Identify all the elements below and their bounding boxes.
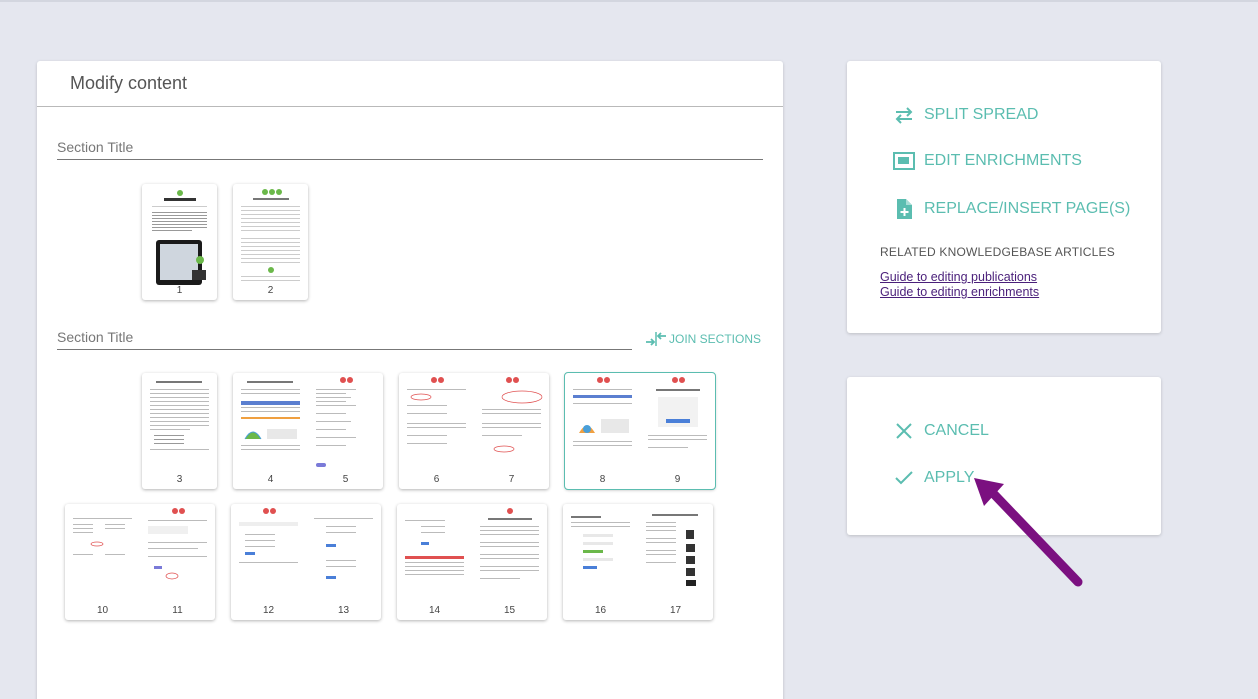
form-page-graphic [571, 516, 630, 569]
join-sections-button[interactable]: JOIN SECTIONS [645, 331, 761, 347]
page-spread-6-7[interactable]: 6 7 [399, 373, 549, 489]
page-number: 15 [503, 605, 516, 616]
form-page-graphic [314, 518, 373, 579]
split-spread-button[interactable]: SPLIT SPREAD [893, 106, 1038, 124]
page-number: 1 [176, 285, 183, 296]
page-9: 9 [640, 373, 715, 489]
voucher-page-graphic [152, 190, 207, 285]
join-sections-label: JOIN SECTIONS [669, 332, 762, 346]
cancel-button[interactable]: CANCEL [893, 422, 989, 440]
actions-panel: SPLIT SPREAD EDIT ENRICHMENTS REPLACE/IN… [847, 61, 1161, 333]
section-title-input-2[interactable]: Section Title [57, 329, 632, 350]
page-13: 13 [306, 504, 381, 620]
chart-page-graphic [573, 377, 632, 446]
page-2: 2 [233, 184, 308, 300]
text-page-graphic [150, 381, 209, 450]
screenshot-page-graphic [148, 508, 207, 580]
text-page-graphic [241, 189, 300, 281]
screenshot-page-graphic [482, 377, 543, 453]
icons-page-graphic [646, 514, 698, 586]
section-title-input-1[interactable]: Section Title [57, 139, 763, 160]
page-spread-16-17[interactable]: 16 17 [563, 504, 713, 620]
replace-insert-pages-label: REPLACE/INSERT PAGE(S) [924, 200, 1131, 217]
page-number: 14 [428, 605, 441, 616]
chart-page-graphic [241, 381, 300, 450]
page-thumb-3[interactable]: 3 [142, 373, 217, 489]
page-7: 7 [474, 373, 549, 489]
page-spread-10-11[interactable]: 10 11 [65, 504, 215, 620]
page-thumb-1[interactable]: 1 [142, 184, 217, 300]
page-12: 12 [231, 504, 306, 620]
kb-link-editing-enrichments[interactable]: Guide to editing enrichments [880, 285, 1039, 299]
swap-arrows-icon [895, 107, 913, 124]
page-spread-4-5[interactable]: 4 5 [233, 373, 383, 489]
page-spread-12-13[interactable]: 12 13 [231, 504, 381, 620]
knowledgebase-heading: RELATED KNOWLEDGEBASE ARTICLES [880, 245, 1115, 259]
page-11: 11 [140, 504, 215, 620]
page-8: 8 [565, 373, 640, 489]
kb-link-editing-publications[interactable]: Guide to editing publications [880, 270, 1037, 284]
page-number: 12 [262, 605, 275, 616]
page-thumb-2[interactable]: 2 [233, 184, 308, 300]
page-3: 3 [142, 373, 217, 489]
page-number: 16 [594, 605, 607, 616]
edit-enrichments-button[interactable]: EDIT ENRICHMENTS [893, 152, 1082, 170]
page-5: 5 [308, 373, 383, 489]
page-number: 2 [267, 285, 274, 296]
top-border [0, 0, 1258, 2]
confirm-panel: CANCEL APPLY [847, 377, 1161, 535]
file-add-icon [897, 199, 912, 219]
page-16: 16 [563, 504, 638, 620]
table-page-graphic [405, 520, 464, 575]
page-4: 4 [233, 373, 308, 489]
page-1: 1 [142, 184, 217, 300]
page-spread-8-9-selected[interactable]: 8 9 [564, 372, 716, 490]
page-number: 7 [508, 474, 515, 485]
page-spread-14-15[interactable]: 14 15 [397, 504, 547, 620]
modify-content-panel: Modify content Section Title 1 2 Section… [37, 61, 783, 699]
page-number: 10 [96, 605, 109, 616]
page-14: 14 [397, 504, 472, 620]
page-number: 3 [176, 474, 183, 485]
check-icon [895, 471, 913, 485]
close-icon [896, 423, 912, 439]
text-page-graphic [480, 508, 539, 579]
page-17: 17 [638, 504, 713, 620]
page-number: 4 [267, 474, 274, 485]
screenshot-page-graphic [407, 377, 466, 444]
page-number: 11 [172, 605, 183, 616]
screenshot-page-graphic [73, 518, 132, 555]
panel-title: Modify content [37, 61, 783, 107]
cancel-label: CANCEL [924, 422, 989, 439]
replace-insert-pages-button[interactable]: REPLACE/INSERT PAGE(S) [893, 198, 1130, 220]
page-number: 9 [674, 474, 681, 485]
page-number: 13 [337, 605, 350, 616]
join-arrows-icon [646, 332, 666, 346]
page-10: 10 [65, 504, 140, 620]
text-page-graphic [316, 377, 356, 467]
edit-enrichments-label: EDIT ENRICHMENTS [924, 152, 1082, 169]
enrichment-frame-icon [893, 152, 915, 170]
page-number: 5 [342, 474, 349, 485]
page-number: 6 [433, 474, 440, 485]
page-number: 8 [599, 474, 606, 485]
split-spread-label: SPLIT SPREAD [924, 106, 1039, 123]
page-number: 17 [669, 605, 682, 616]
apply-button[interactable]: APPLY [893, 469, 974, 487]
form-page-graphic [648, 377, 707, 448]
apply-label: APPLY [924, 469, 975, 486]
screenshot-page-graphic [239, 508, 298, 563]
page-15: 15 [472, 504, 547, 620]
page-6: 6 [399, 373, 474, 489]
